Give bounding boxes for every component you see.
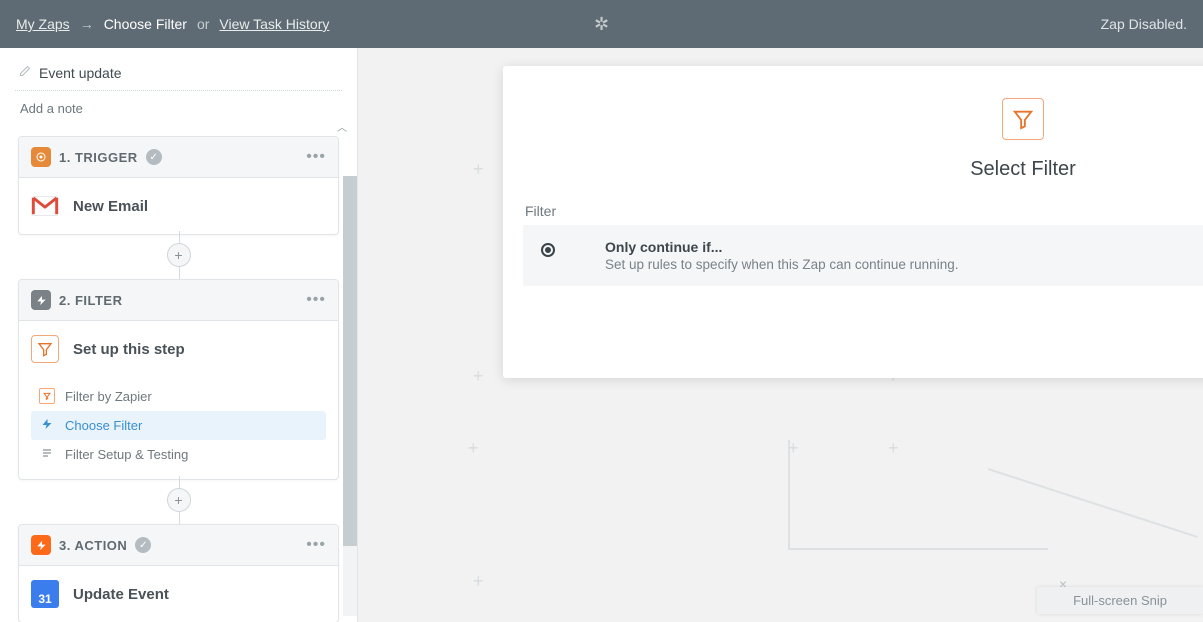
google-calendar-icon: 31 <box>31 580 59 608</box>
step-body-text: Set up this step <box>73 341 185 358</box>
filter-icon <box>31 335 59 363</box>
loading-asterisk-icon: ✲ <box>594 14 609 35</box>
bg-wire <box>788 548 1048 550</box>
breadcrumb-my-zaps[interactable]: My Zaps <box>16 16 70 32</box>
step-header-action[interactable]: 3. ACTION ✓ ••• <box>19 525 338 566</box>
bg-plus-icon: + <box>888 438 899 459</box>
step-menu-button[interactable]: ••• <box>306 536 326 554</box>
filter-mini-icon <box>39 388 55 404</box>
filter-option-only-continue[interactable]: Only continue if... Set up rules to spec… <box>523 225 1203 286</box>
breadcrumb: My Zaps → Choose Filter or View Task His… <box>16 16 329 32</box>
bolt-icon <box>39 418 55 433</box>
add-step-button[interactable]: + <box>167 488 191 512</box>
pencil-icon <box>19 64 31 82</box>
step-body-filter[interactable]: Set up this step <box>19 321 338 377</box>
step-body-text: Update Event <box>73 586 169 603</box>
step-menu-button[interactable]: ••• <box>306 291 326 309</box>
check-circle-icon: ✓ <box>135 537 151 553</box>
breadcrumb-or: or <box>197 16 209 32</box>
filter-field-label: Filter <box>525 203 1203 219</box>
bg-wire <box>988 468 1198 538</box>
action-badge-icon <box>31 535 51 555</box>
breadcrumb-view-history[interactable]: View Task History <box>219 16 329 32</box>
substep-label: Choose Filter <box>65 418 142 433</box>
breadcrumb-current: Choose Filter <box>104 16 187 32</box>
bg-plus-icon: + <box>473 159 484 180</box>
substeps: Filter by Zapier Choose Filter Filter Se… <box>19 377 338 479</box>
add-step-connector: + <box>18 235 339 275</box>
step-body-trigger[interactable]: New Email <box>19 178 338 234</box>
zap-title: Event update <box>39 65 122 81</box>
check-circle-icon: ✓ <box>146 149 162 165</box>
step-body-text: New Email <box>73 198 148 215</box>
step-header-filter[interactable]: 2. FILTER ••• <box>19 280 338 321</box>
zap-status: Zap Disabled. <box>1101 16 1187 32</box>
panel-title: Select Filter <box>970 158 1076 181</box>
step-label: 3. ACTION <box>59 538 127 553</box>
substep-label: Filter Setup & Testing <box>65 447 188 462</box>
step-card-trigger[interactable]: 1. TRIGGER ✓ ••• New Email <box>18 136 339 235</box>
option-subtitle: Set up rules to specify when this Zap ca… <box>605 257 958 272</box>
add-step-button[interactable]: + <box>167 243 191 267</box>
step-label: 1. TRIGGER <box>59 150 138 165</box>
main-canvas: + + + + + + + Select Filter Filter O <box>358 48 1203 622</box>
substep-setup-testing[interactable]: Filter Setup & Testing <box>31 440 326 469</box>
zap-title-row[interactable]: Event update <box>15 64 342 91</box>
snip-toast[interactable]: Full-screen Snip <box>1037 587 1203 614</box>
list-icon <box>39 447 55 462</box>
bg-wire <box>788 440 790 550</box>
arrow-icon: → <box>80 16 94 32</box>
filter-icon <box>1002 98 1044 140</box>
sidebar: Event update Add a note ︿ 1. TRIGGER ✓ •… <box>0 48 358 622</box>
step-card-action[interactable]: 3. ACTION ✓ ••• 31 Update Event <box>18 524 339 622</box>
radio-selected[interactable] <box>541 243 555 257</box>
step-body-action[interactable]: 31 Update Event <box>19 566 338 622</box>
bg-plus-icon: + <box>788 438 799 459</box>
bg-plus-icon: + <box>468 438 479 459</box>
add-note-link[interactable]: Add a note <box>0 101 357 126</box>
topbar: My Zaps → Choose Filter or View Task His… <box>0 0 1203 48</box>
gmail-icon <box>31 192 59 220</box>
bg-plus-icon: + <box>473 366 484 387</box>
step-card-filter[interactable]: 2. FILTER ••• Set up this step Filter by… <box>18 279 339 480</box>
select-filter-panel: Select Filter Filter Only continue if...… <box>503 66 1203 378</box>
scrollbar-thumb[interactable] <box>343 176 357 546</box>
add-step-connector: + <box>18 480 339 520</box>
substep-filter-by-zapier[interactable]: Filter by Zapier <box>31 381 326 411</box>
scroll-up-icon[interactable]: ︿ <box>0 126 357 132</box>
filter-badge-icon <box>31 290 51 310</box>
substep-choose-filter[interactable]: Choose Filter <box>31 411 326 440</box>
trigger-badge-icon <box>31 147 51 167</box>
bg-plus-icon: + <box>473 571 484 592</box>
step-menu-button[interactable]: ••• <box>306 148 326 166</box>
step-header-trigger[interactable]: 1. TRIGGER ✓ ••• <box>19 137 338 178</box>
option-title: Only continue if... <box>605 239 958 255</box>
step-label: 2. FILTER <box>59 293 122 308</box>
substep-label: Filter by Zapier <box>65 389 152 404</box>
